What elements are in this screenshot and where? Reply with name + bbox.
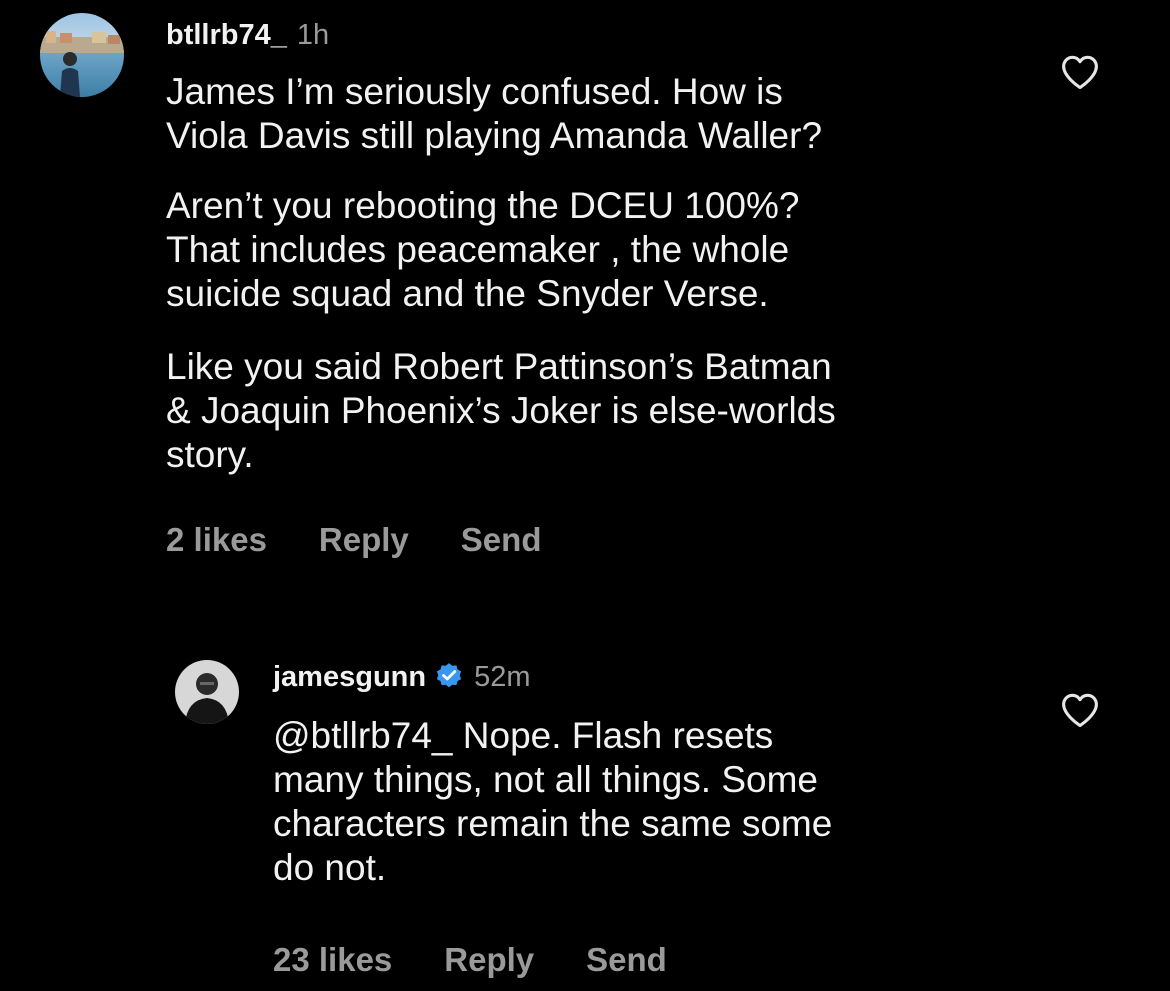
verified-badge-icon bbox=[434, 660, 464, 698]
avatar-photo bbox=[40, 13, 124, 97]
likes-count[interactable]: 2 likes bbox=[166, 520, 267, 560]
username[interactable]: jamesgunn bbox=[273, 661, 426, 693]
comment-paragraph: Aren’t you rebooting the DCEU 100%? That… bbox=[166, 185, 800, 314]
comment-time: 1h bbox=[296, 19, 330, 51]
comment-paragraph: Like you said Robert Pattinson’s Batman … bbox=[166, 346, 836, 475]
like-button[interactable] bbox=[1060, 692, 1100, 733]
comment-paragraph: @btllrb74_ Nope. Flash resets many thing… bbox=[273, 715, 833, 888]
comment-actions: 23 likes Reply Send bbox=[273, 940, 667, 980]
heart-outline-icon bbox=[1062, 693, 1098, 728]
likes-count[interactable]: 23 likes bbox=[273, 940, 392, 980]
avatar-photo bbox=[175, 660, 239, 724]
comment-header: jamesgunn 52m bbox=[273, 660, 531, 698]
avatar[interactable] bbox=[175, 660, 239, 724]
avatar[interactable] bbox=[40, 13, 124, 97]
send-button[interactable]: Send bbox=[586, 940, 667, 980]
username[interactable]: btllrb74_ bbox=[166, 19, 287, 51]
heart-outline-icon bbox=[1062, 55, 1098, 90]
comment-actions: 2 likes Reply Send bbox=[166, 520, 541, 560]
send-button[interactable]: Send bbox=[461, 520, 542, 560]
reply-button[interactable]: Reply bbox=[319, 520, 409, 560]
comment-time: 52m bbox=[474, 661, 531, 693]
comment-paragraph: James I’m seriously confused. How is Vio… bbox=[166, 71, 823, 156]
reply-button[interactable]: Reply bbox=[444, 940, 534, 980]
comment-header: btllrb74_ 1h bbox=[166, 18, 329, 52]
like-button[interactable] bbox=[1060, 54, 1100, 95]
